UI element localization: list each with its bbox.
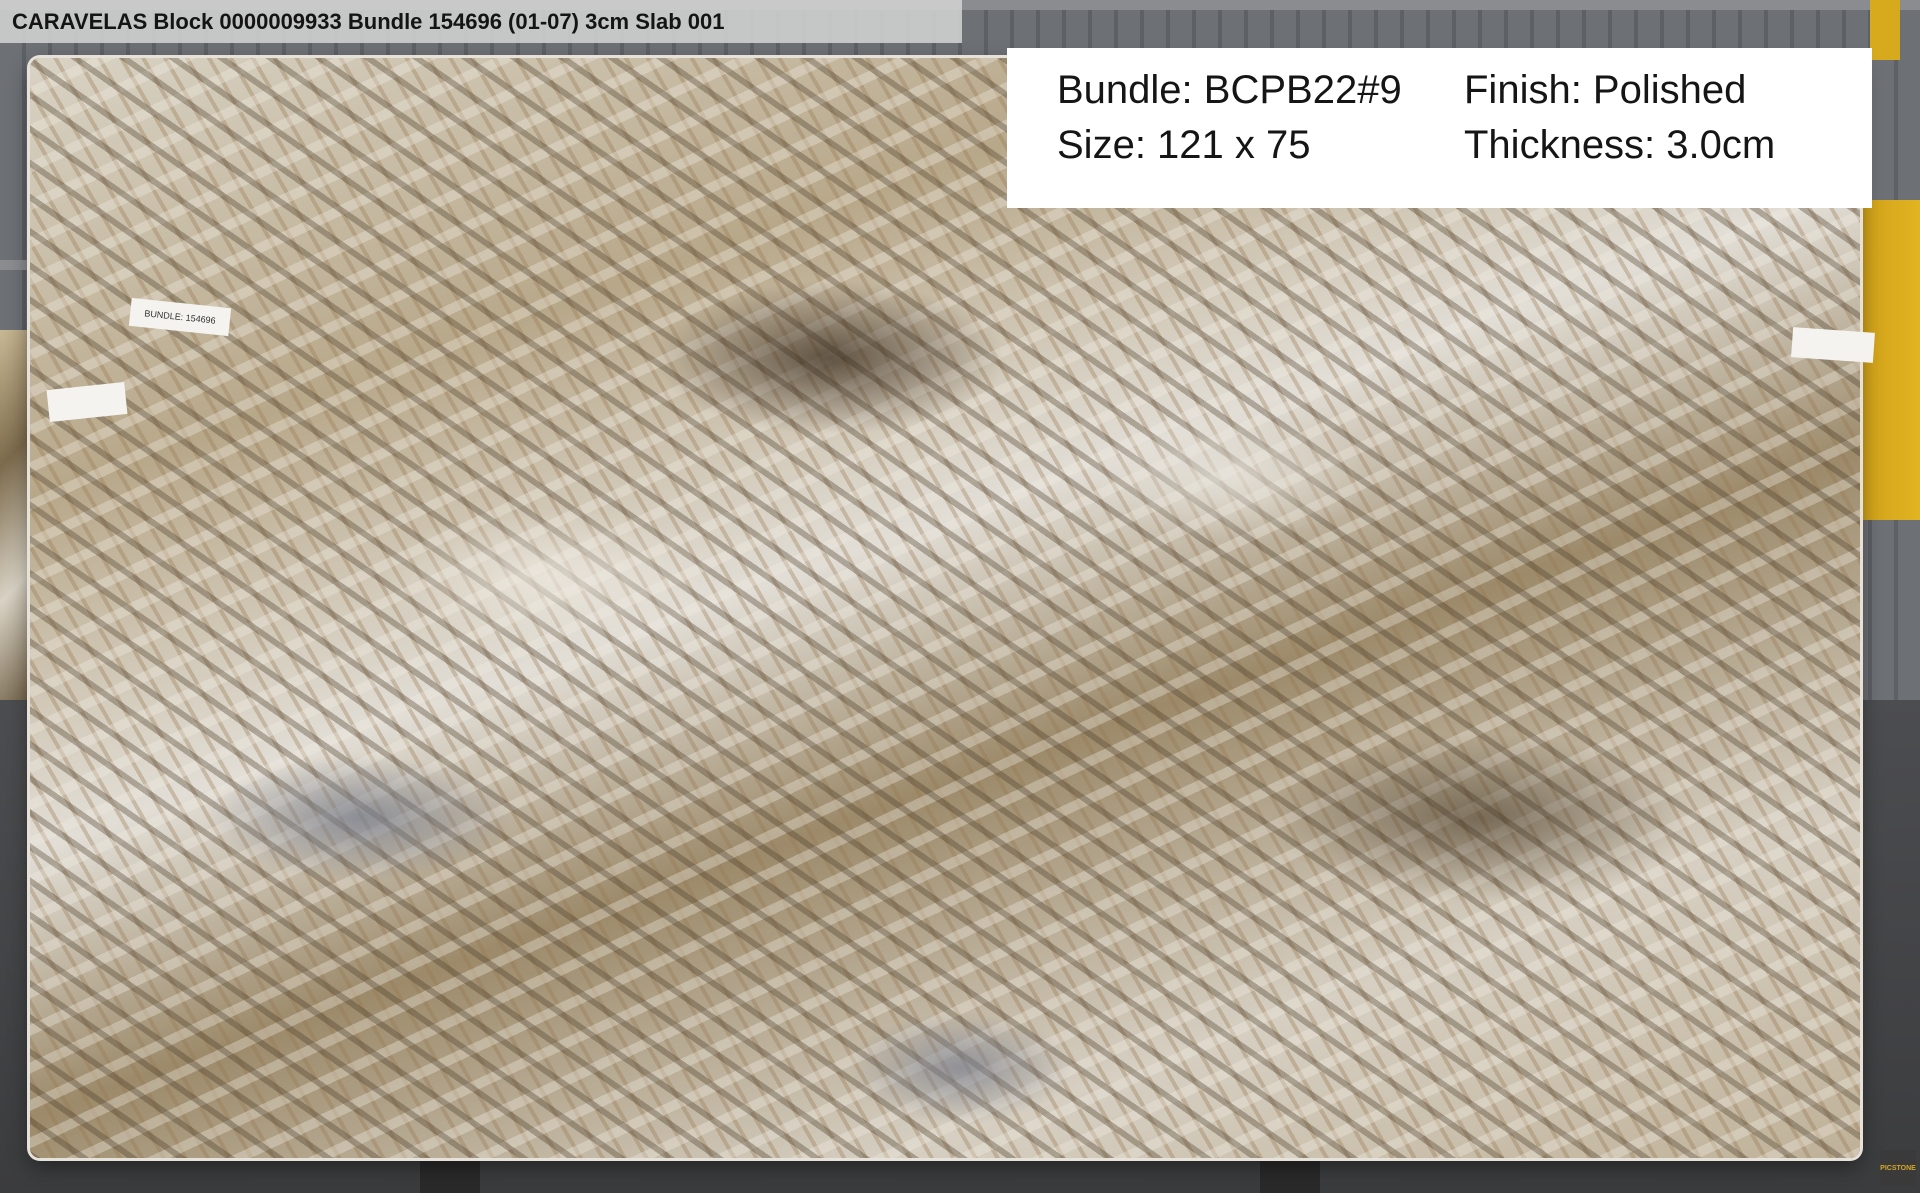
granite-slab-photo: BUNDLE: 154696 (30, 58, 1875, 1158)
finish-label: Finish: Polished (1464, 68, 1747, 112)
thickness-label: Thickness: 3.0cm (1464, 123, 1776, 167)
slab-info-box: Bundle: BCPB22#9 Finish: Polished Size: … (1007, 48, 1872, 208)
slab-stand-right (1260, 1160, 1320, 1193)
slab-bundle-tag-text: BUNDLE: 154696 (143, 308, 217, 326)
title-bar: CARAVELAS Block 0000009933 Bundle 154696… (0, 0, 962, 43)
picstone-logo: PICSTONE (1880, 1150, 1916, 1186)
bundle-label: Bundle: BCPB22#9 (1057, 68, 1402, 112)
yellow-hook (1870, 0, 1900, 60)
slab-title: CARAVELAS Block 0000009933 Bundle 154696… (12, 8, 725, 34)
slab-stand-left (420, 1160, 480, 1193)
size-label: Size: 121 x 75 (1057, 123, 1311, 167)
slab-tag-left (46, 382, 128, 422)
slab-tag-right (1791, 327, 1875, 363)
picstone-logo-text: PICSTONE (1880, 1164, 1916, 1172)
slab-bundle-tag: BUNDLE: 154696 (128, 297, 232, 337)
